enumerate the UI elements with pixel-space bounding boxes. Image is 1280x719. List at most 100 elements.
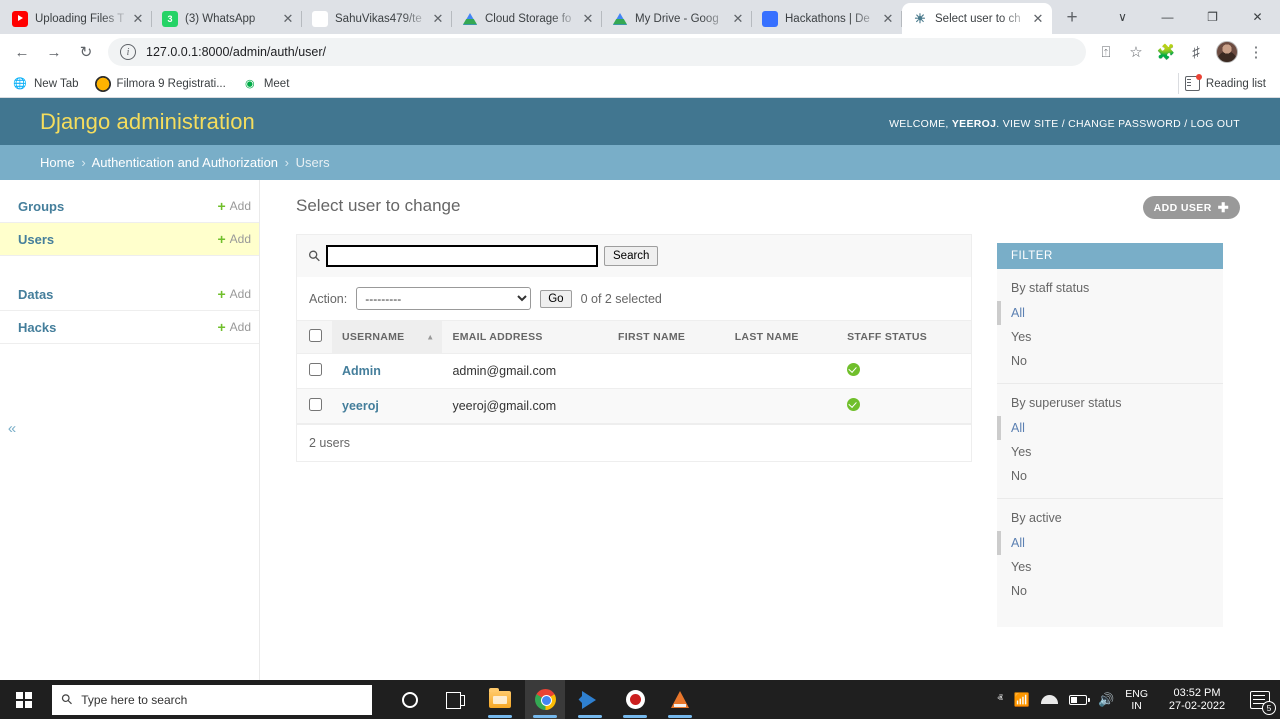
- reload-icon[interactable]: ↻: [72, 38, 100, 66]
- close-icon[interactable]: ✕: [280, 11, 296, 27]
- bookmark-filmora[interactable]: Filmora 9 Registrati...: [91, 73, 234, 95]
- filter-option[interactable]: Yes: [997, 440, 1223, 464]
- filter-option[interactable]: No: [997, 579, 1223, 603]
- filter-link-yes[interactable]: Yes: [1011, 560, 1031, 574]
- filter-option[interactable]: All: [997, 416, 1223, 440]
- address-bar[interactable]: i 127.0.0.1:8000/admin/auth/user/: [108, 38, 1086, 66]
- filter-option[interactable]: All: [997, 301, 1223, 325]
- bookmark-meet[interactable]: ◉ Meet: [238, 73, 298, 95]
- wifi-icon[interactable]: 📶: [1014, 692, 1030, 708]
- user-link[interactable]: Admin: [342, 364, 381, 378]
- row-select-checkbox[interactable]: [309, 398, 322, 411]
- filter-link-all[interactable]: All: [1011, 421, 1025, 435]
- extensions-puzzle-icon[interactable]: 🧩: [1152, 38, 1180, 66]
- filter-link-yes[interactable]: Yes: [1011, 445, 1031, 459]
- sidebar-item-datas[interactable]: Datas + Add: [0, 278, 259, 311]
- close-icon[interactable]: ✕: [880, 11, 896, 27]
- go-button[interactable]: Go: [540, 289, 572, 308]
- filter-link-all[interactable]: All: [1011, 306, 1025, 320]
- close-icon[interactable]: ✕: [1030, 11, 1046, 27]
- filter-link-all[interactable]: All: [1011, 536, 1025, 550]
- sidebar-item-label[interactable]: Datas: [18, 287, 53, 302]
- column-header-first-name[interactable]: FIRST NAME: [608, 321, 725, 354]
- obs-recorder-icon[interactable]: [615, 680, 655, 719]
- cortana-icon[interactable]: [390, 680, 430, 719]
- filter-option[interactable]: No: [997, 349, 1223, 373]
- start-button[interactable]: [0, 680, 48, 719]
- site-info-icon[interactable]: i: [120, 44, 136, 60]
- sidebar-collapse-toggle[interactable]: «: [4, 420, 20, 437]
- log-out-link[interactable]: LOG OUT: [1191, 118, 1240, 130]
- breadcrumb-auth[interactable]: Authentication and Authorization: [92, 155, 278, 170]
- change-password-link[interactable]: CHANGE PASSWORD: [1068, 118, 1181, 130]
- new-tab-button[interactable]: +: [1058, 4, 1086, 32]
- user-link[interactable]: yeeroj: [342, 399, 379, 413]
- filter-link-no[interactable]: No: [1011, 584, 1027, 598]
- sidebar-add-groups-link[interactable]: + Add: [217, 198, 251, 214]
- column-header-staff-status[interactable]: STAFF STATUS: [837, 321, 971, 354]
- bookmark-new-tab[interactable]: 🌐 New Tab: [8, 73, 87, 95]
- browser-tab-cloud-storage[interactable]: Cloud Storage fo ✕: [452, 3, 602, 34]
- taskbar-search-box[interactable]: ⚲ Type here to search: [52, 684, 372, 715]
- browser-tab-github[interactable]: ⚛ SahuVikas479/te ✕: [302, 3, 452, 34]
- sidebar-item-label[interactable]: Groups: [18, 199, 64, 214]
- sidebar-item-groups[interactable]: Groups + Add: [0, 190, 259, 223]
- sidebar-item-hacks[interactable]: Hacks + Add: [0, 311, 259, 344]
- filter-link-no[interactable]: No: [1011, 354, 1027, 368]
- row-select-checkbox[interactable]: [309, 363, 322, 376]
- maximize-button[interactable]: ❐: [1190, 0, 1235, 34]
- sort-ascending-icon[interactable]: ▲: [426, 333, 434, 342]
- vlc-icon[interactable]: [660, 680, 700, 719]
- file-explorer-icon[interactable]: [480, 680, 520, 719]
- browser-tab-my-drive[interactable]: My Drive - Goog ✕: [602, 3, 752, 34]
- tab-search-chevron-icon[interactable]: ∨: [1100, 0, 1145, 34]
- column-header-username[interactable]: USERNAME ▲: [332, 321, 443, 354]
- search-button[interactable]: Search: [604, 246, 659, 266]
- forward-icon[interactable]: →: [40, 38, 68, 66]
- reading-list-button[interactable]: Reading list: [1177, 73, 1272, 94]
- close-icon[interactable]: ✕: [430, 11, 446, 27]
- column-header-email[interactable]: EMAIL ADDRESS: [442, 321, 609, 354]
- view-site-link[interactable]: VIEW SITE: [1003, 118, 1059, 130]
- chrome-icon[interactable]: [525, 680, 565, 719]
- close-icon[interactable]: ✕: [580, 11, 596, 27]
- browser-tab-youtube[interactable]: Uploading Files T ✕: [2, 3, 152, 34]
- filter-option[interactable]: Yes: [997, 325, 1223, 349]
- close-icon[interactable]: ✕: [130, 11, 146, 27]
- browser-tab-django-admin[interactable]: ☀ Select user to ch ✕: [902, 3, 1052, 34]
- filter-option[interactable]: Yes: [997, 555, 1223, 579]
- add-user-button[interactable]: ADD USER ✚: [1142, 196, 1240, 219]
- chrome-menu-icon[interactable]: ⋮: [1242, 38, 1270, 66]
- action-center-icon[interactable]: 5: [1250, 690, 1276, 715]
- close-icon[interactable]: ✕: [730, 11, 746, 27]
- language-indicator[interactable]: ENG IN: [1125, 688, 1148, 712]
- filter-option[interactable]: All: [997, 531, 1223, 555]
- action-select[interactable]: --------- Delete selected users: [356, 287, 532, 310]
- search-input[interactable]: [326, 245, 598, 267]
- close-window-button[interactable]: ✕: [1235, 0, 1280, 34]
- bookmark-star-icon[interactable]: ☆: [1122, 38, 1150, 66]
- share-icon[interactable]: ⍐: [1092, 38, 1120, 66]
- filter-option[interactable]: No: [997, 464, 1223, 488]
- sidebar-item-label[interactable]: Hacks: [18, 320, 56, 335]
- clock[interactable]: 03:52 PM 27-02-2022: [1159, 687, 1235, 713]
- show-hidden-icons-chevron-icon[interactable]: ⱏ: [997, 693, 1002, 706]
- onedrive-cloud-icon[interactable]: [1041, 695, 1059, 704]
- select-all-checkbox[interactable]: [309, 329, 322, 342]
- sidebar-item-users[interactable]: Users + Add: [0, 223, 259, 256]
- back-icon[interactable]: ←: [8, 38, 36, 66]
- volume-icon[interactable]: 🔊: [1098, 692, 1114, 708]
- sidebar-add-users-link[interactable]: + Add: [217, 231, 251, 247]
- browser-tab-whatsapp[interactable]: 3 (3) WhatsApp ✕: [152, 3, 302, 34]
- task-view-icon[interactable]: [435, 680, 475, 719]
- browser-tab-hackathons[interactable]: Hackathons | De ✕: [752, 3, 902, 34]
- filter-link-no[interactable]: No: [1011, 469, 1027, 483]
- media-list-icon[interactable]: ♯: [1182, 38, 1210, 66]
- column-header-last-name[interactable]: LAST NAME: [724, 321, 838, 354]
- breadcrumb-home[interactable]: Home: [40, 155, 75, 170]
- sidebar-add-datas-link[interactable]: + Add: [217, 286, 251, 302]
- battery-icon[interactable]: [1069, 694, 1090, 705]
- filter-link-yes[interactable]: Yes: [1011, 330, 1031, 344]
- site-title[interactable]: Django administration: [40, 109, 255, 135]
- sidebar-add-hacks-link[interactable]: + Add: [217, 319, 251, 335]
